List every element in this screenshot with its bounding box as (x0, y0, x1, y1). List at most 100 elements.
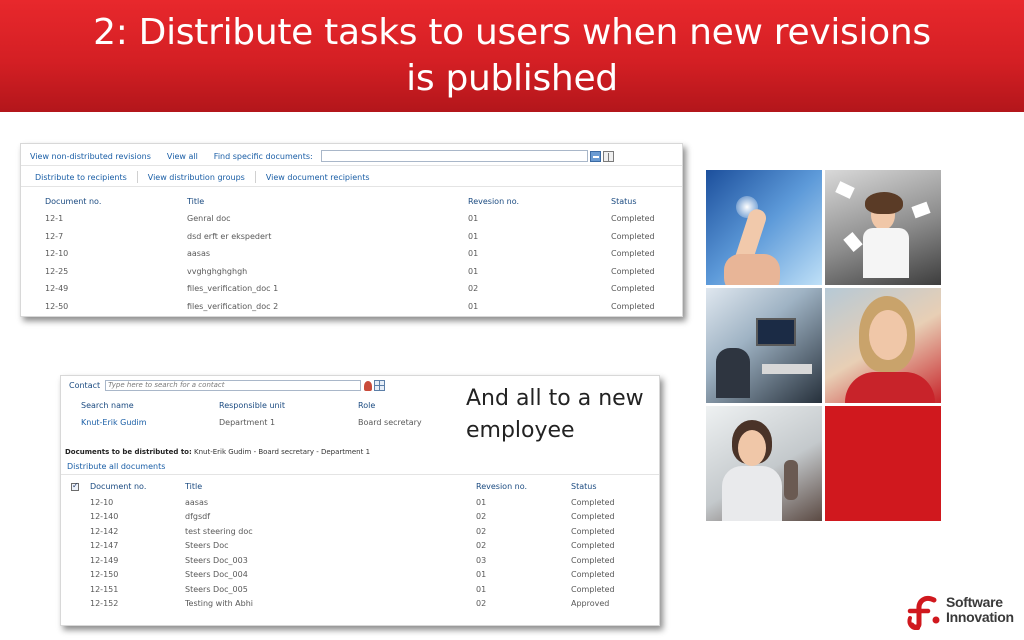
cell-status: Completed (571, 512, 615, 522)
find-documents-label: Find specific documents: (213, 151, 313, 161)
cell-status: Completed (571, 555, 615, 565)
cell-status: Completed (611, 231, 655, 241)
table-row[interactable]: 12-25 vvghghghghgh 01 Completed (45, 263, 665, 281)
cell-status: Completed (611, 284, 655, 294)
distribute-to-recipients-link[interactable]: Distribute to recipients (35, 173, 127, 182)
table-row[interactable]: 12-140 dfgsdf 02 Completed (71, 510, 641, 525)
table-row[interactable]: 12-10 aasas 01 Completed (71, 495, 641, 510)
cell-title: vvghghghghgh (187, 266, 248, 276)
table-row[interactable]: 12-7 dsd erft er ekspedert 01 Completed (45, 228, 665, 246)
table-row[interactable]: 12-50 files_verification_doc 2 01 Completed (45, 298, 665, 316)
cell-revision-no: 02 (476, 512, 487, 522)
view-document-recipients-link[interactable]: View document recipients (266, 173, 370, 182)
table-row[interactable]: 12-151 Steers Doc_005 01 Completed (71, 582, 641, 597)
select-all-checkbox[interactable] (71, 481, 79, 491)
table-row[interactable]: 12-149 Steers Doc_003 03 Completed (71, 553, 641, 568)
cell-title: Genral doc (187, 214, 231, 224)
cell-status: Completed (571, 570, 615, 580)
cell-title: test steering doc (185, 526, 253, 536)
documents-table: Document no. Title Revesion no. Status 1… (71, 478, 641, 611)
view-all-link[interactable]: View all (167, 152, 198, 161)
distribute-all-link[interactable]: Distribute all documents (67, 462, 165, 471)
contact-search-input[interactable]: Type here to search for a contact (105, 380, 362, 391)
distribution-target-value: Knut-Erik Gudim - Board secretary - Depa… (194, 448, 371, 456)
table-row[interactable]: 12-147 Steers Doc 02 Completed (71, 539, 641, 554)
cell-document-no: 12-142 (90, 526, 119, 536)
cell-status: Approved (571, 599, 610, 609)
column-header-responsible-unit[interactable]: Responsible unit (219, 396, 358, 414)
revisions-table: Document no. Title Revesion no. Status 1… (45, 192, 665, 315)
cell-revision-no: 01 (476, 570, 487, 580)
contact-results-table: Search name Responsible unit Role Knut-E… (81, 396, 431, 432)
red-accent-tile (825, 406, 941, 521)
cell-revision-no: 01 (468, 231, 479, 241)
column-header-role[interactable]: Role (358, 396, 431, 414)
table-row[interactable]: 12-10 aasas 01 Completed (45, 245, 665, 263)
cell-document-no: 12-50 (45, 301, 69, 311)
cell-document-no: 12-151 (90, 584, 119, 594)
table-row[interactable]: 12-49 files_verification_doc 1 02 Completed (45, 280, 665, 298)
revisions-toolbar: View non-distributed revisions View all … (30, 150, 614, 162)
cell-title: files_verification_doc 2 (187, 301, 279, 311)
cell-document-no: 12-7 (45, 231, 64, 241)
cell-title: aasas (187, 249, 211, 259)
cell-title: Steers Doc (185, 541, 229, 551)
photo-touch-screen-hand (706, 170, 822, 285)
contact-row[interactable]: Knut-Erik Gudim Department 1 Board secre… (81, 414, 431, 432)
search-go-icon[interactable] (589, 150, 601, 162)
cell-status: Completed (611, 249, 655, 259)
cell-title: Testing with Abhi (185, 599, 254, 609)
cell-status: Completed (611, 301, 655, 311)
cell-revision-no: 01 (468, 301, 479, 311)
cell-role: Board secretary (358, 418, 422, 428)
photo-smiling-woman (825, 288, 941, 403)
table-row[interactable]: 12-142 test steering doc 02 Completed (71, 524, 641, 539)
cell-revision-no: 02 (476, 526, 487, 536)
cell-revision-no: 01 (476, 497, 487, 507)
column-header-title[interactable]: Title (185, 478, 476, 495)
distribution-target-label: Documents to be distributed to: (65, 448, 192, 456)
cell-status: Completed (571, 541, 615, 551)
table-row[interactable]: 12-150 Steers Doc_004 01 Completed (71, 568, 641, 583)
cell-title: dfgsdf (185, 512, 211, 522)
cell-title: files_verification_doc 1 (187, 284, 279, 294)
cell-title: Steers Doc_005 (185, 584, 248, 594)
cell-document-no: 12-147 (90, 541, 119, 551)
slide-title: 2: Distribute tasks to users when new re… (93, 12, 931, 99)
revisions-panel: View non-distributed revisions View all … (20, 143, 683, 317)
column-header-status[interactable]: Status (571, 478, 641, 495)
cell-status: Completed (571, 526, 615, 536)
photo-woman-at-desk (706, 406, 822, 521)
cell-document-no: 12-10 (45, 249, 69, 259)
cell-revision-no: 02 (476, 541, 487, 551)
cell-revision-no: 03 (476, 555, 487, 565)
column-header-document-no[interactable]: Document no. (45, 192, 187, 210)
toolbar-divider (21, 186, 682, 187)
find-documents-input[interactable] (320, 150, 588, 162)
toolbar-separator (136, 171, 138, 183)
browse-contacts-icon[interactable] (374, 380, 386, 391)
cell-search-name[interactable]: Knut-Erik Gudim (81, 414, 219, 432)
distribution-target: Documents to be distributed to: Knut-Eri… (65, 448, 370, 456)
table-row[interactable]: 12-152 Testing with Abhi 02 Approved (71, 597, 641, 612)
person-check-icon[interactable] (364, 380, 373, 391)
column-header-status[interactable]: Status (611, 192, 665, 210)
column-header-revision-no[interactable]: Revesion no. (468, 192, 611, 210)
photo-office-papers (825, 170, 941, 285)
column-header-document-no[interactable]: Document no. (90, 478, 185, 495)
column-header-title[interactable]: Title (187, 192, 468, 210)
table-row[interactable]: 12-1 Genral doc 01 Completed (45, 210, 665, 228)
contact-search-bar: Contact Type here to search for a contac… (69, 380, 386, 391)
cell-title: aasas (185, 497, 209, 507)
cell-revision-no: 02 (468, 284, 479, 294)
column-header-revision-no[interactable]: Revesion no. (476, 478, 571, 495)
column-header-search-name[interactable]: Search name (81, 396, 219, 414)
cell-responsible-unit: Department 1 (219, 418, 276, 428)
view-non-distributed-link[interactable]: View non-distributed revisions (30, 152, 151, 161)
cell-document-no: 12-150 (90, 570, 119, 580)
view-distribution-groups-link[interactable]: View distribution groups (148, 173, 245, 182)
address-book-icon[interactable] (602, 150, 614, 162)
contact-label: Contact (69, 381, 101, 390)
toolbar-separator (254, 171, 256, 183)
cell-title: dsd erft er ekspedert (187, 231, 272, 241)
